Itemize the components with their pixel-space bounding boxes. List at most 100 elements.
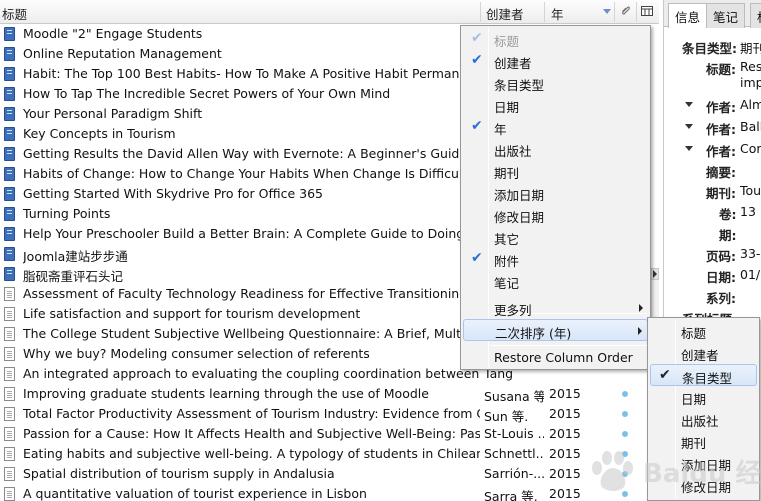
column-toggle-item[interactable]: ✔ 附件 [463,248,648,270]
pages-label: 页码: [706,249,736,264]
attachment-dot-icon[interactable] [622,491,628,497]
issue-label: 期: [719,228,737,243]
author-value[interactable]: Balb [740,119,761,134]
expand-arrow-icon[interactable] [685,102,693,107]
sort-option-item[interactable]: ✔ 条目类型 [650,364,757,386]
menu-item-secondary-sort[interactable]: 二次排序 (年) [463,319,648,341]
menu-item-label: 创建者 [494,56,532,71]
column-divider[interactable] [480,2,481,22]
column-divider[interactable] [636,2,637,22]
sort-option-item[interactable]: 创建者 [650,342,757,364]
menu-item-label: 出版社 [681,414,719,429]
item-row[interactable]: Spatial distribution of tourism supply i… [0,464,659,484]
column-picker-menu: ✔ 标题 ✔ 创建者 条目类型 日期 ✔ 年出版社 期刊 添加日期 修改日期 其它 ✔ 附件 笔记 更多列 … [460,25,651,370]
attachment-dot-icon[interactable] [622,391,628,397]
checkmark-icon: ✔ [471,250,483,266]
column-divider[interactable] [544,2,545,22]
menu-item-restore-column-order[interactable]: Restore Column Order [463,347,648,369]
sort-option-item[interactable]: 日期 [650,386,757,408]
book-item-icon [4,267,15,281]
journal-value[interactable]: Tou [740,183,761,198]
column-toggle-item[interactable]: 条目类型 [463,72,648,94]
item-year: 2015 [549,386,581,401]
item-title: Moodle "2" Engage Students [23,26,203,41]
column-header-title[interactable]: 标题 [2,4,27,23]
collapse-arrow-icon [653,270,657,278]
author-value[interactable]: Cor [740,141,761,156]
menu-item-label: Restore Column Order [494,350,633,365]
item-row[interactable]: Improving graduate students learning thr… [0,384,659,404]
column-picker-icon[interactable] [640,4,654,18]
sort-option-item[interactable]: 出版社 [650,408,757,430]
tab-tags[interactable]: 标 [750,3,761,28]
column-divider[interactable] [614,2,615,22]
item-creator: Sun 等. [484,409,529,424]
volume-value[interactable]: 13 [740,204,756,219]
title-value[interactable]: Res [740,59,761,74]
column-header-creator[interactable]: 创建者 [486,4,524,23]
sort-option-item[interactable]: 修改日期 [650,474,757,496]
column-toggle-item[interactable]: 其它 [463,226,648,248]
column-toggle-item[interactable]: 日期 [463,94,648,116]
item-creator: St-Louis ... [484,426,544,441]
sort-option-item[interactable]: 期刊 [650,430,757,452]
expand-arrow-icon[interactable] [685,124,693,129]
journal-label: 期刊: [706,186,736,201]
journal-article-icon [4,347,15,361]
item-title: An integrated approach to evaluating the… [23,366,480,381]
menu-item-label: 添加日期 [681,458,732,473]
attachment-dot-icon[interactable] [622,471,628,477]
item-title: Joomla建站步步通 [23,249,128,264]
column-toggle-item[interactable]: ✔ 创建者 [463,50,648,72]
item-title: Spatial distribution of tourism supply i… [23,466,335,481]
item-type-value[interactable]: 期刊 [740,38,761,57]
date-value[interactable]: 01/2 [740,267,761,282]
menu-item-more-columns[interactable]: 更多列 [463,297,648,319]
journal-article-icon [4,447,15,461]
sort-descending-icon [603,9,611,14]
menu-item-label: 创建者 [681,348,719,363]
author-label: 作者: [706,144,736,159]
item-title: Help Your Preschooler Build a Better Bra… [23,226,480,241]
menu-item-label: 条目类型 [494,78,545,93]
checkmark-icon: ✔ [659,367,671,383]
menu-item-label: 出版社 [494,144,532,159]
attachment-column-icon[interactable] [619,4,633,18]
item-title: Getting Results the David Allen Way with… [23,146,480,161]
sort-option-item[interactable]: 标题 [650,320,757,342]
sort-option-item[interactable]: 添加日期 [650,452,757,474]
tab-info[interactable]: 信息 [668,3,708,28]
journal-article-icon [4,407,15,421]
item-row[interactable]: Total Factor Productivity Assessment of … [0,404,659,424]
item-title: The College Student Subjective Wellbeing… [23,326,480,341]
item-row[interactable]: Passion for a Cause: How It Affects Heal… [0,424,659,444]
menu-item-label: 其它 [494,232,520,247]
author-value[interactable]: Alm [740,97,761,112]
attachment-dot-icon[interactable] [622,411,628,417]
item-row[interactable]: Eating habits and subjective well-being.… [0,444,659,464]
column-toggle-item[interactable]: ✔ 年 [463,116,648,138]
journal-article-icon [4,367,15,381]
attachment-dot-icon[interactable] [622,431,628,437]
tab-notes[interactable]: 笔记 [706,3,746,28]
title-value-cont[interactable]: imp [740,75,761,90]
column-header-year[interactable]: 年 [551,4,564,23]
column-toggle-item[interactable]: 期刊 [463,160,648,182]
menu-item-label: 修改日期 [681,480,732,495]
attachment-dot-icon[interactable] [622,451,628,457]
column-toggle-item[interactable]: 笔记 [463,270,648,292]
checkmark-icon: ✔ [471,30,483,46]
expand-arrow-icon[interactable] [685,146,693,151]
item-year: 2015 [549,406,581,421]
journal-article-icon [4,467,15,481]
column-toggle-item: ✔ 标题 [463,28,648,50]
column-toggle-item[interactable]: 修改日期 [463,204,648,226]
column-toggle-item[interactable]: 出版社 [463,138,648,160]
pages-value[interactable]: 33-4 [740,246,761,261]
menu-separator [491,345,647,346]
item-row[interactable]: A quantitative valuation of tourist expe… [0,484,659,501]
column-toggle-item[interactable]: 添加日期 [463,182,648,204]
journal-article-icon [4,287,15,301]
item-year: 2015 [549,426,581,441]
item-title: Why we buy? Modeling consumer selection … [23,346,370,361]
